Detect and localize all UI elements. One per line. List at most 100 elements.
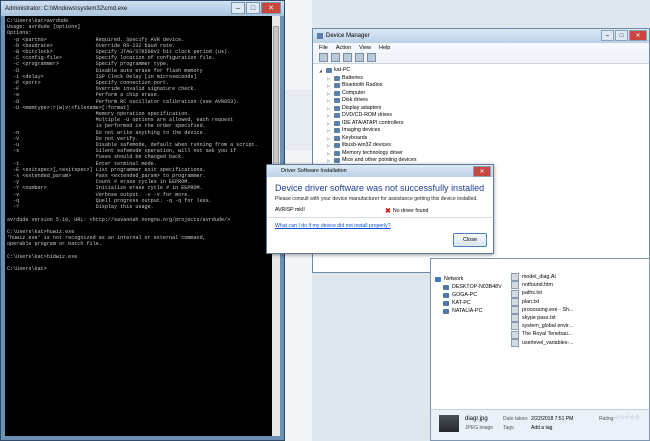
file-list-item[interactable]: notfound.htm [511, 281, 574, 290]
menu-help[interactable]: Help [379, 45, 390, 51]
file-list-item[interactable]: userlevel_variables-... [511, 338, 574, 347]
device-tree-label: Keyboards [342, 134, 368, 141]
properties-icon[interactable] [343, 53, 352, 62]
maximize-button[interactable]: □ [246, 2, 260, 14]
file-name-label: The Royal Tenebau... [522, 331, 573, 338]
device-tree-item[interactable]: ▷ Display adapters [319, 105, 417, 113]
nav-item-network[interactable]: Network [435, 275, 502, 283]
file-thumbnail [439, 415, 459, 432]
scan-hardware-icon[interactable] [367, 53, 376, 62]
dialog-close-x-button[interactable]: ✕ [473, 166, 491, 177]
cmd-window: Administrator: C:\Windows\system32\cmd.e… [0, 0, 285, 441]
expand-arrow-icon[interactable]: ▷ [327, 142, 332, 150]
nav-item-computer[interactable]: KAT-PC [435, 299, 502, 307]
rating-stars-icon[interactable]: ☆☆☆☆☆ [615, 414, 640, 421]
device-tree-label: kat-PC [334, 67, 351, 73]
device-category-icon [334, 150, 340, 156]
file-list-item[interactable]: plan.txt [511, 297, 574, 306]
expand-arrow-icon[interactable]: ▷ [327, 127, 332, 135]
device-tree-label: Display adapters [342, 104, 382, 111]
device-category-icon [334, 90, 340, 96]
device-category-icon [334, 143, 340, 149]
device-tree-item[interactable]: ▷ IDE ATA/ATAPI controllers [319, 120, 417, 128]
expand-arrow-icon[interactable]: ▷ [327, 105, 332, 113]
file-list-item[interactable]: skype pass.txt [511, 314, 574, 323]
close-button[interactable]: ✕ [261, 2, 281, 14]
help-icon[interactable] [355, 53, 364, 62]
minimize-button[interactable]: – [231, 2, 245, 14]
file-icon [511, 281, 519, 290]
device-tree-item[interactable]: ▷ DVD/CD-ROM drives [319, 112, 417, 120]
expanded-arrow-icon[interactable]: ◢ [319, 67, 324, 75]
file-icon [511, 330, 519, 339]
nav-item-computer[interactable]: GOGA-PC [435, 291, 502, 299]
expand-arrow-icon[interactable]: ▷ [327, 135, 332, 143]
file-list-item[interactable]: system_global envir... [511, 322, 574, 331]
device-tree-item[interactable]: ▷ Computer [319, 90, 417, 98]
device-category-icon [334, 83, 340, 89]
file-name-label: paths.txt [522, 290, 543, 297]
nav-item-label: KAT-PC [452, 300, 471, 306]
file-list-item[interactable]: processing.exe - Sh... [511, 305, 574, 314]
device-tree-label: Imaging devices [342, 127, 381, 133]
file-icon [511, 289, 519, 298]
device-category-icon [334, 98, 340, 104]
device-tree-label: Computer [342, 89, 366, 96]
help-link[interactable]: What can I do if my device did not insta… [275, 223, 391, 229]
device-tree-item[interactable]: ◢ kat-PC [319, 67, 417, 75]
nav-item-computer[interactable]: DESKTOP-N03B48V [435, 283, 502, 291]
dialog-message: Please consult with your device manufact… [275, 196, 478, 202]
tags-value[interactable]: Add a tag [531, 425, 552, 431]
file-list-item[interactable]: The Royal Tenebau... [511, 330, 574, 339]
dialog-divider [267, 217, 493, 218]
file-name-label: model_diag.AI [522, 274, 556, 280]
computer-icon [443, 284, 449, 290]
device-tree-label: IDE ATA/ATAPI controllers [342, 119, 404, 126]
device-tree-item[interactable]: ▷ libusb-win32 devices [319, 142, 417, 150]
menu-file[interactable]: File [319, 45, 328, 51]
expand-arrow-icon[interactable]: ▷ [327, 75, 332, 83]
nav-item-label: GOGA-PC [452, 292, 478, 298]
device-tree-item[interactable]: ▷ Memory technology driver [319, 150, 417, 158]
device-tree-item[interactable]: ▷ Batteries [319, 75, 417, 83]
device-tree-item[interactable]: ▷ Imaging devices [319, 127, 417, 135]
nav-item-label: Network [444, 276, 464, 282]
expand-arrow-icon[interactable]: ▷ [327, 90, 332, 98]
menu-view[interactable]: View [359, 45, 371, 51]
dm-toolbar [313, 52, 649, 64]
cmd-console[interactable]: C:\Users\kat>avrdude Usage: avrdude [opti… [5, 16, 272, 436]
device-name: AVRISP mkII [275, 207, 305, 213]
file-icon [511, 273, 519, 282]
expand-arrow-icon[interactable]: ▷ [327, 82, 332, 90]
device-category-icon [334, 158, 340, 164]
file-list-item[interactable]: model_diag.AI [511, 273, 574, 282]
device-tree-item[interactable]: ▷ Bluetooth Radios [319, 82, 417, 90]
device-manager-title-bar[interactable]: Device Manager – □ ✕ [313, 29, 649, 43]
device-tree-item[interactable]: ▷ Disk drives [319, 97, 417, 105]
device-tree-item[interactable]: ▷ Keyboards [319, 135, 417, 143]
forward-icon[interactable] [331, 53, 340, 62]
file-icon [511, 314, 519, 323]
file-icon [511, 305, 519, 314]
date-value[interactable]: 2/22/2018 7:51 PM [531, 416, 573, 422]
menu-action[interactable]: Action [336, 45, 351, 51]
nav-item-computer[interactable]: NATALIA-PC [435, 307, 502, 315]
explorer-window: Network DESKTOP-N03B48V GOGA-PC KAT-PC NATAL… [430, 258, 650, 441]
file-list-item[interactable]: paths.txt [511, 289, 574, 298]
expand-arrow-icon[interactable]: ▷ [327, 120, 332, 128]
expand-arrow-icon[interactable]: ▷ [327, 97, 332, 105]
device-category-icon [334, 135, 340, 141]
dm-maximize-button[interactable]: □ [615, 30, 628, 41]
file-icon [511, 297, 519, 306]
dialog-title-bar[interactable]: Driver Software Installation ✕ [267, 165, 493, 177]
install-result: ✖ No driver found [385, 207, 428, 215]
dm-minimize-button[interactable]: – [601, 30, 614, 41]
cmd-scroll-thumb[interactable] [273, 26, 279, 186]
expand-arrow-icon[interactable]: ▷ [327, 150, 332, 158]
back-icon[interactable] [319, 53, 328, 62]
close-button[interactable]: Close [453, 233, 487, 247]
dm-close-button[interactable]: ✕ [629, 30, 647, 41]
file-icon [511, 338, 519, 347]
cmd-title-bar[interactable]: Administrator: C:\Windows\system32\cmd.e… [1, 1, 284, 16]
expand-arrow-icon[interactable]: ▷ [327, 112, 332, 120]
